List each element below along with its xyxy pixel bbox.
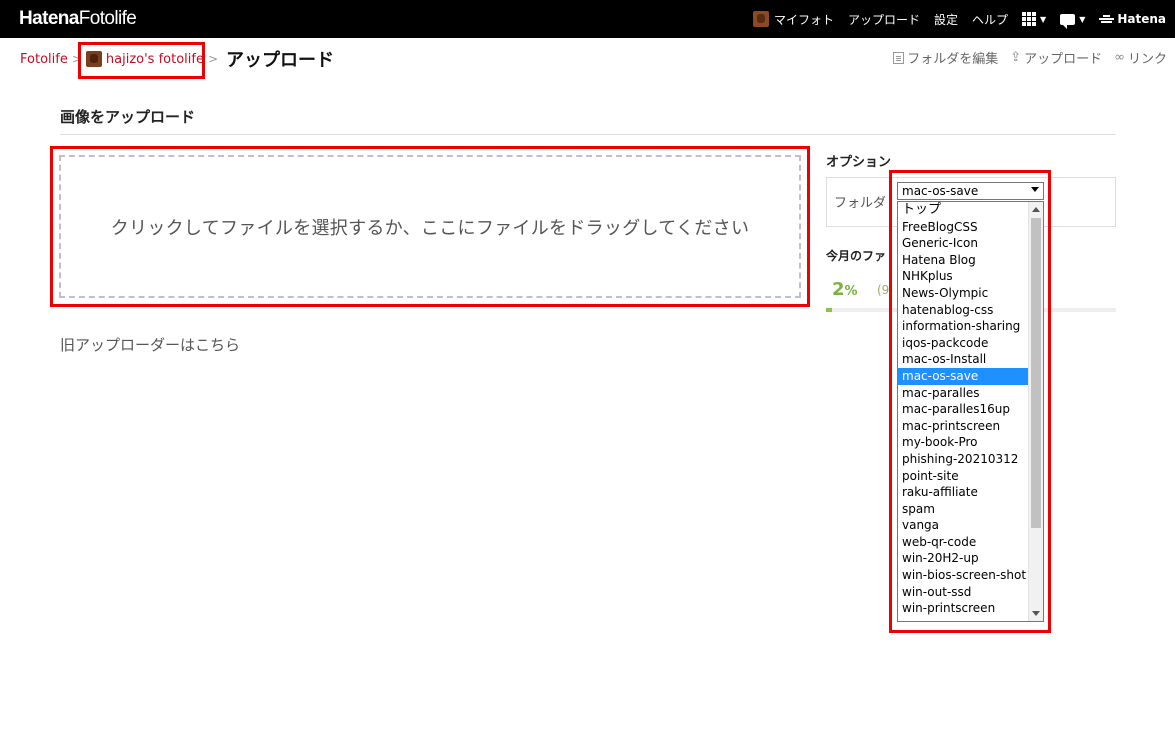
hatena-brand-label: Hatena xyxy=(1117,12,1166,26)
chat-bubble-icon xyxy=(1060,13,1076,29)
hatena-hat-icon xyxy=(1099,14,1115,24)
nav-help[interactable]: ヘルプ xyxy=(972,11,1008,28)
list-icon xyxy=(893,51,905,64)
logo-text-bold: Hatena xyxy=(19,8,79,29)
edit-folder-link[interactable]: フォルダを編集 xyxy=(893,48,998,67)
legacy-uploader-link[interactable]: 旧アップローダーはこちら xyxy=(60,334,240,355)
page-title: アップロード xyxy=(226,50,335,71)
hatena-fotolife-logo[interactable]: HatenaFotolife xyxy=(19,8,137,30)
upload-icon: ⇪ xyxy=(1010,50,1022,65)
divider xyxy=(60,134,1116,135)
nav-help-label: ヘルプ xyxy=(972,12,1009,27)
logo-text-light: Fotolife xyxy=(78,8,137,29)
top-bar: HatenaFotolife マイフォト アップロード 設定 ヘルプ ▼ ▼ H… xyxy=(0,0,1175,38)
usage-percent-unit: % xyxy=(844,284,858,299)
nav-upload-label: アップロード xyxy=(847,12,920,27)
monthly-usage-title: 今月のファ xyxy=(826,249,887,263)
section-title: 画像をアップロード xyxy=(60,108,196,126)
grid-icon xyxy=(1022,12,1037,26)
nav-my-photo-label: マイフォト xyxy=(773,12,834,27)
hatena-brand-link[interactable]: Hatena xyxy=(1099,12,1166,26)
usage-percent-number: 2 xyxy=(832,279,845,300)
usage-detail: (9 xyxy=(877,283,890,297)
chain-link-icon: ∞ xyxy=(1114,50,1125,65)
caret-down-icon: ▼ xyxy=(1079,14,1086,24)
annotation-highlight-folder-list xyxy=(889,170,1051,633)
caret-down-icon: ▼ xyxy=(1040,14,1047,24)
dropzone-instruction: クリックしてファイルを選択するか、ここにファイルをドラッグしてください xyxy=(110,217,750,239)
user-avatar-icon xyxy=(752,11,769,27)
breadcrumb-separator: > xyxy=(207,52,219,66)
usage-percent: 2% xyxy=(832,279,858,300)
breadcrumb-fotolife-link[interactable]: Fotolife xyxy=(20,52,68,67)
link-label: リンク xyxy=(1127,52,1167,67)
options-title: オプション xyxy=(826,155,892,170)
upload-link-label: アップロード xyxy=(1024,52,1103,67)
edit-folder-label: フォルダを編集 xyxy=(907,52,999,67)
nav-upload[interactable]: アップロード xyxy=(848,11,920,28)
file-dropzone[interactable]: クリックしてファイルを選択するか、ここにファイルをドラッグしてください xyxy=(59,155,801,298)
usage-progress-fill xyxy=(826,308,832,312)
notification-menu[interactable]: ▼ xyxy=(1060,13,1086,29)
nav-settings[interactable]: 設定 xyxy=(934,11,958,28)
folder-label: フォルダ xyxy=(834,196,887,211)
app-grid-menu[interactable]: ▼ xyxy=(1022,12,1046,26)
page-actions: フォルダを編集 ⇪ アップロード ∞ リンク xyxy=(881,48,1167,67)
link-link[interactable]: ∞ リンク xyxy=(1114,48,1167,67)
top-nav: マイフォト アップロード 設定 ヘルプ ▼ ▼ Hatena xyxy=(752,0,1166,38)
annotation-highlight-user xyxy=(78,42,205,79)
upload-link[interactable]: ⇪ アップロード xyxy=(1010,48,1102,67)
nav-my-photo[interactable]: マイフォト xyxy=(752,11,834,28)
nav-settings-label: 設定 xyxy=(934,12,959,27)
